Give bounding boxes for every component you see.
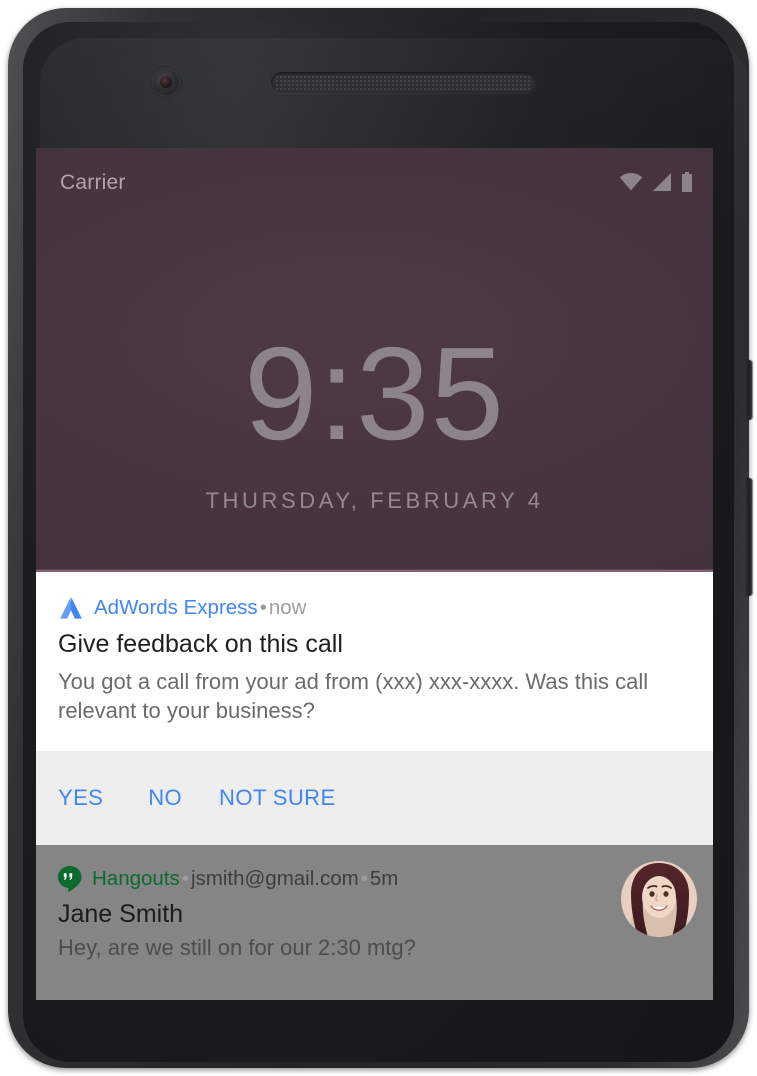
separator-dot: •	[259, 596, 267, 619]
notification-time: 5m	[369, 867, 399, 890]
battery-icon	[681, 172, 693, 192]
lockscreen-clock: 9:35	[244, 320, 505, 467]
cellular-signal-icon	[652, 173, 672, 191]
phone-screen: Carrier 9:35 THURSDAY, FEBRUARY 4 AdWord…	[36, 148, 713, 1000]
lockscreen-date: THURSDAY, FEBRUARY 4	[205, 488, 544, 513]
front-camera-icon	[151, 67, 181, 97]
notification-title: Give feedback on this call	[58, 630, 343, 658]
lockscreen-wallpaper: Carrier 9:35 THURSDAY, FEBRUARY 4	[36, 148, 713, 572]
adwords-express-icon	[58, 595, 84, 621]
hangouts-icon	[58, 866, 82, 892]
notification-adwords-express[interactable]: AdWords Express•now Give feedback on thi…	[36, 572, 713, 747]
contact-avatar	[621, 861, 697, 937]
notification-time: now	[268, 596, 307, 619]
status-bar: Carrier	[36, 148, 713, 204]
volume-button[interactable]	[745, 478, 752, 596]
notification-content: AdWords Express•now Give feedback on thi…	[36, 572, 713, 747]
separator-dot: •	[360, 867, 368, 890]
carrier-label: Carrier	[60, 171, 126, 194]
action-button-no[interactable]: NO	[148, 785, 182, 811]
action-button-not-sure[interactable]: NOT SURE	[219, 785, 335, 811]
wifi-icon	[619, 173, 643, 191]
notification-actions: YES NO NOT SURE	[36, 751, 713, 845]
app-name-label: Hangouts	[92, 867, 180, 890]
notification-hangouts[interactable]: Hangouts•jsmith@gmail.com•5m Jane Smith …	[36, 845, 713, 1000]
status-bar-icons	[619, 172, 693, 192]
separator-dot: •	[181, 867, 189, 890]
phone-device: Carrier 9:35 THURSDAY, FEBRUARY 4 AdWord…	[0, 0, 757, 1076]
notification-header: AdWords Express•now	[58, 594, 691, 622]
notification-header-line: AdWords Express•now	[94, 596, 306, 620]
power-button[interactable]	[745, 360, 752, 420]
account-label: jsmith@gmail.com	[190, 867, 359, 890]
message-preview: Hey, are we still on for our 2:30 mtg?	[58, 935, 416, 960]
action-button-yes[interactable]: YES	[58, 785, 103, 811]
app-name-label: AdWords Express	[94, 596, 258, 619]
notification-message: You got a call from your ad from (xxx) x…	[58, 669, 649, 723]
notification-header: Hangouts•jsmith@gmail.com•5m	[58, 865, 691, 893]
sender-name: Jane Smith	[58, 900, 184, 928]
notification-header-line: Hangouts•jsmith@gmail.com•5m	[92, 867, 398, 891]
earpiece-speaker-icon	[271, 72, 536, 93]
